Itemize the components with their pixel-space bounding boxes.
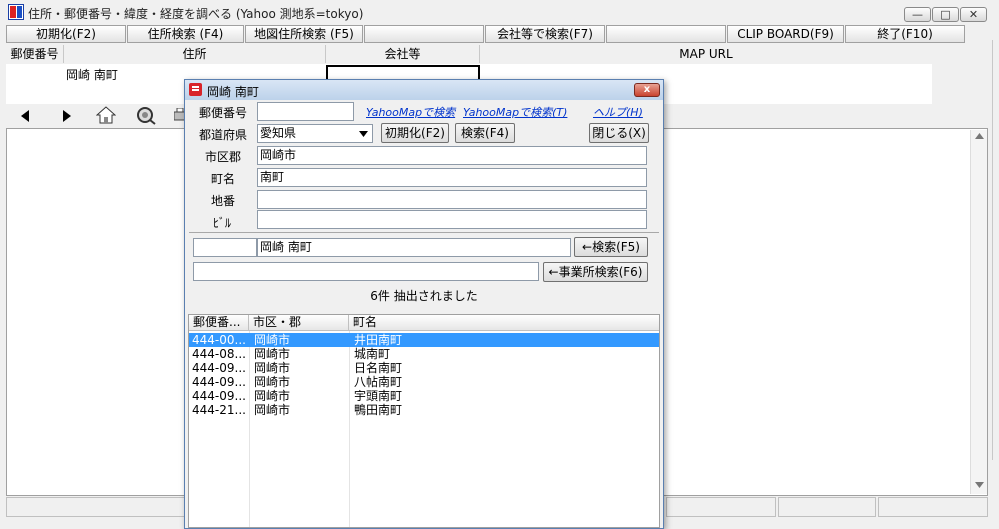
list-header-postal[interactable]: 郵便番... [189, 315, 249, 331]
address-search-dialog: 岡崎 南町 x 郵便番号 YahooMapで検索 YahooMapで検索(T) … [184, 79, 664, 529]
status-cell [778, 497, 876, 517]
dialog-title: 岡崎 南町 [207, 85, 259, 99]
map-address-search-button[interactable]: 地図住所検索 (F5) [245, 25, 363, 43]
list-cell-city: 岡崎市 [254, 389, 291, 403]
search-postal-input[interactable] [193, 238, 257, 257]
search-address-input[interactable]: 岡崎 南町 [257, 238, 571, 257]
divider [189, 232, 659, 233]
clipboard-button[interactable]: CLIP BOARD(F9) [727, 25, 844, 43]
building-input[interactable] [257, 210, 647, 229]
toolbar-blank-button[interactable] [364, 25, 484, 43]
search-globe-icon[interactable] [136, 106, 156, 125]
exit-button[interactable]: 終了(F10) [845, 25, 965, 43]
list-cell-postal: 444-08... [192, 347, 246, 361]
address-search-button[interactable]: 住所検索 (F4) [127, 25, 244, 43]
label-postal: 郵便番号 [199, 106, 248, 120]
prefecture-select[interactable]: 愛知県 [257, 124, 373, 143]
company-search-button[interactable]: 会社等で検索(F7) [485, 25, 605, 43]
window-title: 住所・郵便番号・緯度・経度を調べる (Yahoo 測地系=tokyo) [28, 7, 364, 21]
office-search-button[interactable]: ←事業所検索(F6) [543, 262, 648, 282]
list-cell-city: 岡崎市 [254, 333, 291, 347]
app-icon [8, 4, 24, 20]
postal-input[interactable] [257, 102, 354, 121]
list-cell-postal: 444-09... [192, 375, 246, 389]
list-cell-postal: 444-00... [192, 333, 246, 347]
forward-arrow-icon[interactable] [62, 110, 72, 122]
result-address[interactable]: 岡崎 南町 [66, 66, 118, 83]
window-right-edge [992, 40, 999, 460]
vertical-scrollbar[interactable] [970, 130, 987, 494]
status-cell [6, 497, 186, 517]
label-building: ﾋﾞﾙ [213, 216, 232, 230]
list-row[interactable]: 444-09... 岡崎市 宇頭南町 [189, 389, 659, 403]
prefecture-value: 愛知県 [260, 126, 297, 140]
status-cell [666, 497, 776, 517]
postal-mark-icon [189, 83, 202, 96]
town-input[interactable]: 南町 [257, 168, 647, 187]
list-cell-town: 宇頭南町 [354, 389, 403, 403]
list-cell-town: 鴨田南町 [354, 403, 403, 417]
list-row[interactable]: 444-09... 岡崎市 八帖南町 [189, 375, 659, 389]
result-company-cell[interactable] [326, 65, 480, 79]
column-header-company: 会社等 [326, 45, 480, 63]
scroll-up-icon[interactable] [975, 133, 984, 139]
list-row[interactable]: 444-21... 岡崎市 鴨田南町 [189, 403, 659, 417]
home-icon[interactable] [96, 106, 116, 124]
dialog-search-button[interactable]: 検索(F4) [455, 123, 515, 143]
label-prefecture: 都道府県 [199, 128, 248, 142]
list-row[interactable]: 444-08... 岡崎市 城南町 [189, 347, 659, 361]
list-cell-town: 日名南町 [354, 361, 403, 375]
column-header-map-url: MAP URL [480, 45, 932, 63]
label-town: 町名 [211, 172, 236, 186]
list-row[interactable]: 444-09... 岡崎市 日名南町 [189, 361, 659, 375]
column-header-postal: 郵便番号 [6, 45, 64, 63]
minimize-button[interactable]: — [904, 7, 931, 22]
city-input[interactable]: 岡崎市 [257, 146, 647, 165]
office-search-input[interactable] [193, 262, 539, 281]
yahoo-map-search-t-link[interactable]: YahooMapで検索(T) [463, 104, 567, 120]
back-arrow-icon[interactable] [20, 110, 30, 122]
list-cell-postal: 444-09... [192, 361, 246, 375]
list-header-town[interactable]: 町名 [349, 315, 659, 331]
list-cell-postal: 444-21... [192, 403, 246, 417]
dialog-init-button[interactable]: 初期化(F2) [381, 123, 449, 143]
search-f5-button[interactable]: ←検索(F5) [574, 237, 648, 257]
label-city: 市区郡 [205, 150, 242, 164]
dialog-close-button[interactable]: x [634, 83, 660, 97]
dialog-titlebar: 岡崎 南町 x [185, 80, 663, 100]
list-cell-city: 岡崎市 [254, 361, 291, 375]
browser-nav-bar [6, 105, 186, 127]
dialog-close-action-button[interactable]: 閉じる(X) [589, 123, 649, 143]
list-cell-postal: 444-09... [192, 389, 246, 403]
window-close-button[interactable]: ✕ [960, 7, 987, 22]
list-row[interactable]: 444-00... 岡崎市 井田南町 [189, 333, 659, 347]
yahoo-map-search-link[interactable]: YahooMapで検索 [366, 104, 455, 120]
list-cell-town: 八帖南町 [354, 375, 403, 389]
list-cell-town: 井田南町 [354, 333, 403, 347]
list-cell-town: 城南町 [354, 347, 391, 361]
result-count-status: 6件 抽出されました [370, 289, 478, 303]
lot-input[interactable] [257, 190, 647, 209]
list-cell-city: 岡崎市 [254, 347, 291, 361]
list-header-city[interactable]: 市区・郡 [249, 315, 349, 331]
chevron-down-icon[interactable] [359, 131, 368, 137]
status-cell [878, 497, 988, 517]
list-cell-city: 岡崎市 [254, 375, 291, 389]
label-lot: 地番 [211, 194, 236, 208]
help-link[interactable]: ヘルプ(H) [593, 104, 643, 120]
list-cell-city: 岡崎市 [254, 403, 291, 417]
init-button[interactable]: 初期化(F2) [6, 25, 126, 43]
column-header-address: 住所 [64, 45, 326, 63]
window-titlebar: 住所・郵便番号・緯度・経度を調べる (Yahoo 測地系=tokyo) — □ … [0, 0, 999, 24]
scroll-down-icon[interactable] [975, 482, 984, 488]
result-list[interactable]: 郵便番... 市区・郡 町名 444-00... 岡崎市 井田南町 444-08… [188, 314, 660, 528]
toolbar-blank-button-2[interactable] [606, 25, 726, 43]
maximize-button[interactable]: □ [932, 7, 959, 22]
